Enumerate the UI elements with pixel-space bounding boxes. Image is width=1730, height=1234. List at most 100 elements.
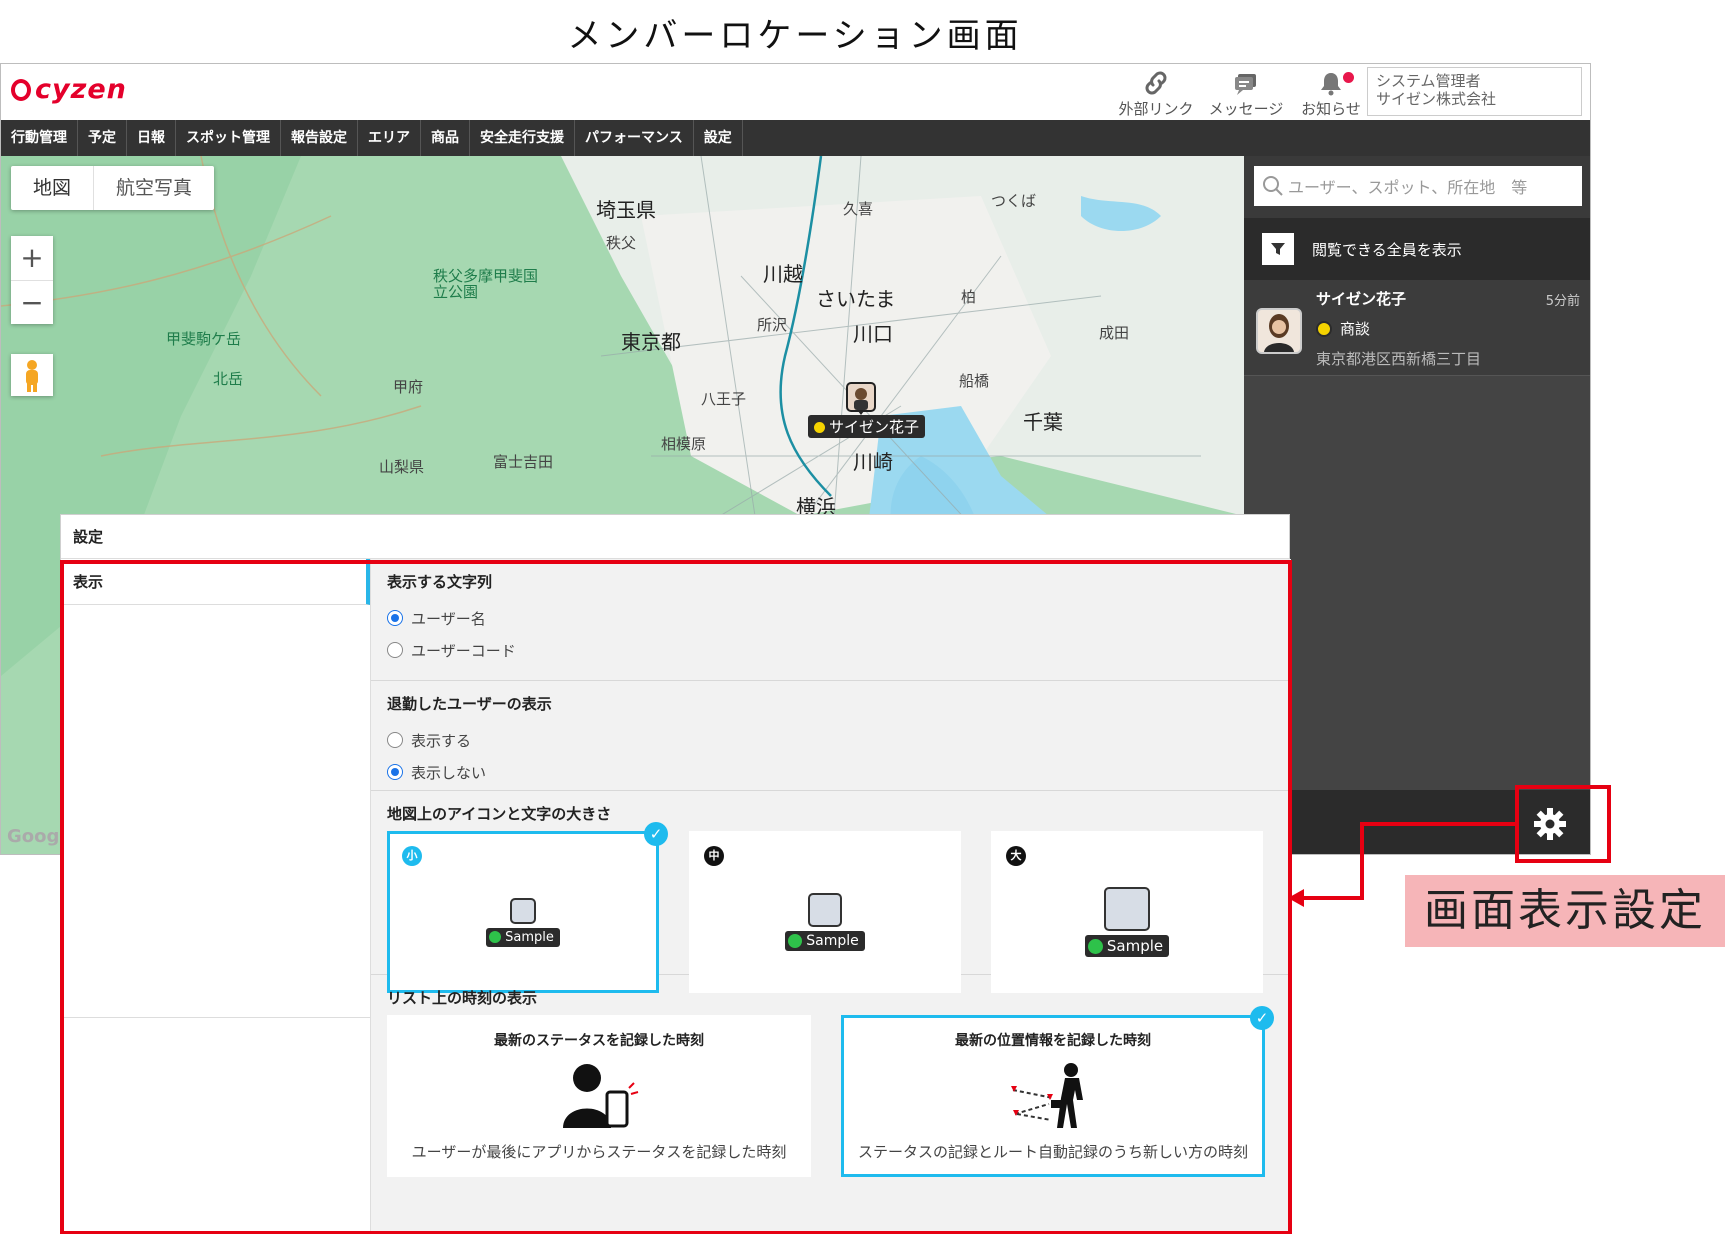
search-placeholder: ユーザー、スポット、所在地 等: [1288, 178, 1528, 197]
person-icon: [1104, 887, 1150, 931]
search-area: ユーザー、スポット、所在地 等: [1244, 156, 1590, 218]
icon-size-options: ✓ 小 Sample 中 Sample 大 Sample: [387, 822, 1263, 993]
radio-hide[interactable]: 表示しない: [387, 756, 1291, 788]
member-side-panel: ユーザー、スポット、所在地 等 閲覧できる全員を表示 サイゼン花子 5分前 商談…: [1244, 156, 1590, 854]
nav-item-spot[interactable]: スポット管理: [176, 120, 281, 156]
map-label: 船橋: [959, 372, 990, 390]
member-address: 東京都港区西新橋三丁目: [1316, 350, 1482, 368]
map-label: 甲府: [393, 378, 424, 396]
notification-button[interactable]: お知らせ: [1286, 70, 1376, 119]
search-icon: [1263, 176, 1283, 196]
radio-label: 表示する: [411, 731, 472, 750]
time-status-card[interactable]: 最新のステータスを記録した時刻 ユーザーが最後にアプリからステータスを記録した時…: [387, 1015, 811, 1177]
retired-users-title: 退勤したユーザーの表示: [387, 695, 552, 713]
person-icon: [510, 897, 536, 924]
settings-body: 表示 表示する文字列 ユーザー名 ユーザーコード 退勤したユーザーの表示 表示す…: [61, 559, 1291, 1231]
nav-item-settings[interactable]: 設定: [694, 120, 743, 156]
map-label: 川口: [853, 322, 893, 346]
doc-title: メンバーロケーション画面: [567, 16, 1023, 56]
external-link-label: 外部リンク: [1118, 100, 1194, 118]
time-option-title: 最新の位置情報を記録した時刻: [955, 1033, 1151, 1049]
user-menu[interactable]: システム管理者 サイゼン株式会社: [1367, 67, 1582, 116]
top-bar: cyzen 外部リンク メッセージ お知らせ システム管理者 サイゼン株式会社: [1, 64, 1590, 120]
search-input[interactable]: ユーザー、スポット、所在地 等: [1254, 166, 1582, 206]
tab-map[interactable]: 地図: [11, 166, 93, 210]
settings-menu-display[interactable]: 表示: [61, 559, 370, 605]
user-role: システム管理者: [1376, 72, 1481, 90]
external-link-button[interactable]: 外部リンク: [1111, 70, 1201, 119]
main-nav: 行動管理 予定 日報 スポット管理 報告設定 エリア 商品 安全走行支援 パフォ…: [1, 120, 1590, 156]
tab-aerial[interactable]: 航空写真: [93, 166, 214, 210]
user-company: サイゼン株式会社: [1376, 90, 1497, 108]
radio-button-selected[interactable]: [387, 610, 403, 626]
message-icon: [1235, 74, 1256, 95]
map-label: 東京都: [621, 330, 681, 354]
message-label: メッセージ: [1208, 100, 1284, 118]
notification-badge: [1343, 72, 1354, 83]
pegman-icon: [26, 360, 38, 392]
nav-item-schedule[interactable]: 予定: [78, 120, 127, 156]
user-phone-icon: [563, 1064, 639, 1128]
check-icon: ✓: [1250, 1006, 1274, 1030]
filter-button[interactable]: [1262, 233, 1294, 265]
nav-item-activity[interactable]: 行動管理: [1, 120, 78, 156]
member-avatar-icon: [846, 382, 876, 415]
nav-item-area[interactable]: エリア: [358, 120, 421, 156]
member-status-label: 商談: [1340, 320, 1371, 338]
street-view-button[interactable]: [11, 354, 53, 396]
power-icon: [489, 931, 502, 943]
radio-usercode[interactable]: ユーザーコード: [387, 634, 1291, 666]
map-label: 北岳: [213, 370, 244, 388]
icon-size-small-card[interactable]: ✓ 小 Sample: [387, 822, 668, 993]
map-type-tabs: 地図 航空写真: [11, 166, 215, 210]
person-icon: [808, 893, 842, 927]
time-option-desc: ステータスの記録とルート自動記録のうち新しい方の時刻: [857, 1143, 1248, 1161]
power-icon: [1087, 938, 1103, 954]
time-location-card[interactable]: ✓ 最新の位置情報を記録した時刻 ステータスの記録とルート自動記録のうち新しい方…: [841, 1006, 1274, 1177]
map-label: 埼玉県: [596, 198, 656, 222]
icon-size-large-card[interactable]: 大 Sample: [991, 831, 1263, 993]
nav-item-product[interactable]: 商品: [421, 120, 470, 156]
filter-icon: [1271, 243, 1285, 255]
radio-button-selected[interactable]: [387, 764, 403, 780]
member-name: サイゼン花子: [1316, 290, 1407, 308]
zoom-out-button[interactable]: −: [11, 280, 53, 324]
arrow-left-icon: [1288, 889, 1304, 907]
nav-item-safe-driving[interactable]: 安全走行支援: [470, 120, 575, 156]
nav-item-daily-report[interactable]: 日報: [127, 120, 176, 156]
list-time-title: リスト上の時刻の表示: [387, 989, 538, 1007]
radio-label: ユーザーコード: [411, 641, 516, 660]
sample-tag: Sample: [785, 931, 865, 951]
zoom-in-button[interactable]: +: [11, 236, 53, 280]
connector-line: [1360, 822, 1364, 900]
nav-item-report-settings[interactable]: 報告設定: [281, 120, 358, 156]
member-status: 商談: [1316, 318, 1370, 339]
member-avatar: [1256, 308, 1302, 354]
size-preview: Sample: [692, 834, 958, 990]
status-dot-icon: [814, 422, 825, 433]
filter-label: 閲覧できる全員を表示: [1312, 240, 1462, 259]
display-text-title: 表示する文字列: [387, 573, 493, 591]
callout-label: 画面表示設定: [1405, 875, 1725, 947]
map-label: 所沢: [757, 316, 788, 334]
member-map-label[interactable]: サイゼン花子: [808, 415, 926, 438]
message-button[interactable]: メッセージ: [1201, 70, 1291, 119]
radio-show[interactable]: 表示する: [387, 724, 1291, 756]
display-text-section: 表示する文字列 ユーザー名 ユーザーコード: [371, 559, 1291, 681]
icon-size-title: 地図上のアイコンと文字の大きさ: [387, 805, 612, 823]
map-label: 山梨県: [379, 458, 425, 476]
icon-size-medium-card[interactable]: 中 Sample: [689, 831, 961, 993]
power-icon: [788, 934, 803, 948]
time-option-title: 最新のステータスを記録した時刻: [494, 1033, 704, 1049]
filter-row[interactable]: 閲覧できる全員を表示: [1244, 218, 1590, 280]
radio-button[interactable]: [387, 732, 403, 748]
nav-item-performance[interactable]: パフォーマンス: [575, 120, 694, 156]
map-label: 成田: [1099, 324, 1130, 342]
member-list-item[interactable]: サイゼン花子 5分前 商談 東京都港区西新橋三丁目: [1244, 280, 1590, 376]
radio-button[interactable]: [387, 642, 403, 658]
connector-line: [1302, 896, 1364, 900]
radio-username[interactable]: ユーザー名: [387, 602, 1291, 634]
map-label: つくば: [991, 192, 1037, 210]
logo[interactable]: cyzen: [11, 74, 127, 105]
map-label: 富士吉田: [493, 453, 554, 471]
